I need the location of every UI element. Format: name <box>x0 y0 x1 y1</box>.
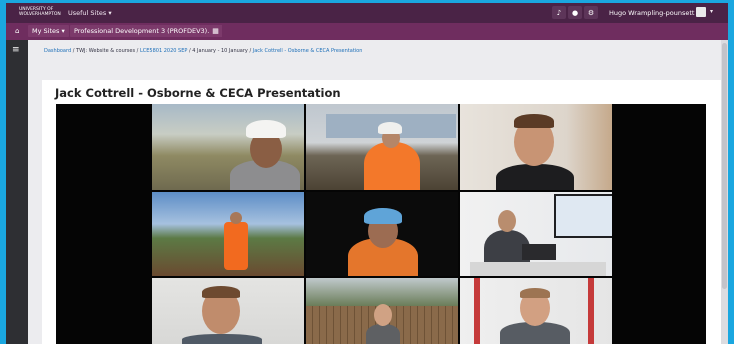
my-sites-label: My Sites <box>32 27 60 35</box>
my-sites-dropdown[interactable]: My Sites ▾ <box>28 25 69 37</box>
video-tile-6 <box>460 192 612 276</box>
participant-3 <box>460 104 612 190</box>
breadcrumb: Dashboard / TWJ: Website & courses / LCE… <box>44 48 363 54</box>
course-navigation-bar: ⌂ My Sites ▾ Professional Development 3 … <box>6 23 728 40</box>
video-tile-7 <box>152 278 304 344</box>
page-scrollbar[interactable] <box>721 40 728 344</box>
chevron-down-icon: ▾ <box>61 27 65 35</box>
scrollbar-thumb[interactable] <box>722 43 727 289</box>
user-menu-chevron-icon[interactable]: ▾ <box>710 8 713 15</box>
user-name[interactable]: Hugo Wrampling-pounsett <box>609 9 694 17</box>
participant-8 <box>306 278 458 344</box>
video-tile-9 <box>460 278 612 344</box>
sidebar: ≡ <box>6 40 28 344</box>
logo-text: UNIVERSITY OF WOLVERHAMPTON <box>19 7 61 17</box>
participant-9 <box>460 278 612 344</box>
grid-icon[interactable]: ▦ <box>209 25 222 37</box>
video-tile-3 <box>460 104 612 190</box>
participant-6 <box>460 192 612 276</box>
video-tile-1 <box>152 104 304 190</box>
video-tile-2 <box>306 104 458 190</box>
top-navigation-bar: UNIVERSITY OF WOLVERHAMPTON Useful Sites… <box>6 3 728 23</box>
breadcrumb-item-dashboard[interactable]: Dashboard <box>44 48 71 54</box>
gear-icon[interactable]: ⚙ <box>584 6 598 19</box>
module-dropdown[interactable]: Professional Development 3 (PROFDEV3)...… <box>70 25 219 37</box>
breadcrumb-item-website-courses[interactable]: TWJ: Website & courses <box>76 48 135 54</box>
video-tile-8 <box>306 278 458 344</box>
breadcrumb-item-week[interactable]: 4 January - 10 January <box>192 48 248 54</box>
browser-frame: UNIVERSITY OF WOLVERHAMPTON Useful Sites… <box>6 3 728 344</box>
university-logo[interactable]: UNIVERSITY OF WOLVERHAMPTON <box>16 7 61 18</box>
module-label: Professional Development 3 (PROFDEV3)... <box>74 27 214 35</box>
participant-2 <box>306 104 458 190</box>
hamburger-menu-icon[interactable]: ≡ <box>12 45 20 55</box>
chat-icon[interactable]: ● <box>568 6 582 19</box>
breadcrumb-item-course[interactable]: LCE5801 2020 SEP <box>140 48 187 54</box>
chevron-down-icon: ▾ <box>108 9 112 17</box>
home-icon[interactable]: ⌂ <box>15 27 19 35</box>
useful-sites-menu[interactable]: Useful Sites ▾ <box>68 9 112 17</box>
avatar[interactable] <box>696 7 706 17</box>
topbar-icons: ♪ ● ⚙ <box>552 6 598 19</box>
participant-1 <box>152 104 304 190</box>
participant-4 <box>152 192 304 276</box>
bell-icon[interactable]: ♪ <box>552 6 566 19</box>
breadcrumb-current[interactable]: Jack Cottrell - Osborne & CECA Presentat… <box>253 48 363 54</box>
participant-5 <box>306 192 458 276</box>
page-title: Jack Cottrell - Osborne & CECA Presentat… <box>55 86 341 100</box>
video-tile-5 <box>306 192 458 276</box>
main-content: Dashboard / TWJ: Website & courses / LCE… <box>28 40 728 344</box>
participant-7 <box>152 278 304 344</box>
content-card: Jack Cottrell - Osborne & CECA Presentat… <box>42 80 722 344</box>
video-player[interactable] <box>56 104 706 344</box>
useful-sites-label: Useful Sites <box>68 9 107 17</box>
video-tile-4 <box>152 192 304 276</box>
